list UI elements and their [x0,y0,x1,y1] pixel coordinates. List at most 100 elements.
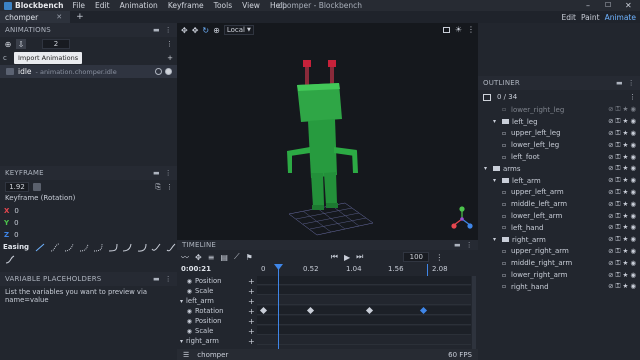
collapse-icon[interactable]: ▬ [454,241,461,249]
panel-menu-icon[interactable]: ⋮ [165,169,172,177]
ease-expo-icon[interactable] [121,242,133,253]
new-tab-icon[interactable]: + [70,12,90,22]
export-toggle-icon[interactable]: ⊘ [608,259,613,268]
lock-toggle-icon[interactable]: ⚿ [616,235,621,244]
menu-view[interactable]: View [237,1,265,10]
outliner-item[interactable]: ▾ left_arm ⊘ ⚿ ★ ◉ [478,175,640,187]
visibility-toggle-icon[interactable]: ◉ [630,223,636,232]
channel-visibility-icon[interactable]: ◉ [177,288,195,295]
axis-x-value[interactable]: 0 [14,207,18,215]
panel-menu-icon[interactable]: ⋮ [165,26,172,34]
export-toggle-icon[interactable]: ⊘ [608,271,613,280]
outliner-item-toggles[interactable]: ⊘ ⚿ ★ ◉ [608,271,636,280]
add-keyframe-icon[interactable]: + [248,297,255,306]
menu-keyframe[interactable]: Keyframe [163,1,209,10]
visibility-toggle-icon[interactable]: ◉ [630,200,636,209]
lock-toggle-icon[interactable]: ⚿ [616,176,621,185]
render-toggle-icon[interactable]: ★ [623,153,629,162]
outliner-item[interactable]: ▫ left_foot ⊘ ⚿ ★ ◉ [478,151,640,163]
export-icon[interactable] [29,39,39,49]
render-toggle-icon[interactable]: ★ [623,271,629,280]
export-toggle-icon[interactable]: ⊘ [608,105,613,114]
mode-edit[interactable]: Edit [561,13,576,22]
mode-paint[interactable]: Paint [581,13,600,22]
timeline-track[interactable] [257,316,471,325]
lock-toggle-icon[interactable]: ⚿ [616,282,621,291]
visibility-toggle-icon[interactable]: ◉ [630,282,636,291]
loop-icon[interactable] [155,68,162,75]
tab-chomper[interactable]: chomper ✕ [0,11,71,23]
add-animation-icon[interactable]: ⊕ [3,39,13,49]
timeline-track[interactable] [257,306,471,315]
export-toggle-icon[interactable]: ⊘ [608,141,613,150]
render-toggle-icon[interactable]: ★ [623,259,629,268]
export-toggle-icon[interactable]: ⊘ [608,153,613,162]
ease-cubic-icon[interactable] [78,242,90,253]
render-toggle-icon[interactable]: ★ [623,200,629,209]
export-toggle-icon[interactable]: ⊘ [608,176,613,185]
menu-tools[interactable]: Tools [209,1,237,10]
lock-toggle-icon[interactable]: ⚿ [616,153,621,162]
channel-visibility-icon[interactable]: ◉ [177,308,195,315]
menu-edit[interactable]: Edit [90,1,115,10]
add-keyframe-icon[interactable]: + [248,317,255,326]
export-toggle-icon[interactable]: ⊘ [608,247,613,256]
ease-elastic-icon[interactable] [164,242,176,253]
outliner-item[interactable]: ▫ lower_right_leg ⊘ ⚿ ★ ◉ [478,104,640,116]
ease-bounce-icon[interactable] [3,254,16,265]
timeline-track[interactable] [257,286,471,295]
expand-chevron-icon[interactable]: ▾ [493,177,502,184]
outliner-item-toggles[interactable]: ⊘ ⚿ ★ ◉ [608,153,636,162]
speed-input[interactable]: 2 [42,39,70,49]
outliner-item[interactable]: ▫ upper_left_leg ⊘ ⚿ ★ ◉ [478,128,640,140]
export-toggle-icon[interactable]: ⊘ [608,282,613,291]
ease-quart-icon[interactable] [92,242,104,253]
add-icon[interactable]: + [167,54,173,62]
outliner-item-toggles[interactable]: ⊘ ⚿ ★ ◉ [608,188,636,197]
render-toggle-icon[interactable]: ★ [623,212,629,221]
expand-chevron-icon[interactable]: ▾ [177,338,186,345]
outliner-item-toggles[interactable]: ⊘ ⚿ ★ ◉ [608,200,636,209]
collapse-icon[interactable]: ▬ [153,169,160,177]
lock-toggle-icon[interactable]: ⚿ [616,141,621,150]
collapse-icon[interactable]: ▬ [153,275,160,283]
lock-toggle-icon[interactable]: ⚿ [616,117,621,126]
export-toggle-icon[interactable]: ⊘ [608,223,613,232]
timeline-scrollbar[interactable] [472,276,476,349]
render-toggle-icon[interactable]: ★ [623,282,629,291]
visibility-toggle-icon[interactable]: ◉ [630,235,636,244]
collapse-icon[interactable]: ▬ [153,26,160,34]
render-toggle-icon[interactable]: ★ [623,247,629,256]
timeline-track[interactable] [257,296,471,305]
toolbar-menu-icon[interactable]: ⋮ [166,40,177,48]
ease-quint-icon[interactable] [107,242,119,253]
status-menu-icon[interactable]: ☰ [177,351,189,359]
visibility-toggle-icon[interactable]: ◉ [630,247,636,256]
export-toggle-icon[interactable]: ⊘ [608,200,613,209]
play-icon[interactable]: ▶ [344,253,350,262]
menu-file[interactable]: File [67,1,90,10]
timeline-length-input[interactable]: 100 [403,252,430,262]
lock-toggle-icon[interactable]: ⚿ [616,200,621,209]
channel-visibility-icon[interactable]: ◉ [177,318,195,325]
outliner-item[interactable]: ▫ middle_right_arm ⊘ ⚿ ★ ◉ [478,257,640,269]
playhead[interactable] [278,264,279,350]
maximize-icon[interactable]: ☐ [605,1,611,9]
render-toggle-icon[interactable]: ★ [623,176,629,185]
keyframe-time-input[interactable]: 1.92 [5,182,29,192]
axis-gizmo[interactable] [451,206,473,229]
animation-item-idle[interactable]: idle - animation.chomper.idle [0,65,177,78]
lock-toggle-icon[interactable]: ⚿ [616,259,621,268]
expand-chevron-icon[interactable]: ▾ [177,298,186,305]
render-toggle-icon[interactable]: ★ [623,141,629,150]
outliner-add-icon[interactable] [483,93,491,101]
add-keyframe-icon[interactable]: + [248,337,255,346]
axis-x-row[interactable]: X 0 [0,205,177,217]
outliner-item-toggles[interactable]: ⊘ ⚿ ★ ◉ [608,247,636,256]
lock-toggle-icon[interactable]: ⚿ [616,105,621,114]
timeline-menu-icon[interactable]: ⋮ [435,253,443,262]
render-toggle-icon[interactable]: ★ [623,129,629,138]
panel-menu-icon[interactable]: ⋮ [628,79,635,87]
outliner-menu-icon[interactable]: ⋮ [629,93,640,101]
timeline-track[interactable] [257,326,471,335]
